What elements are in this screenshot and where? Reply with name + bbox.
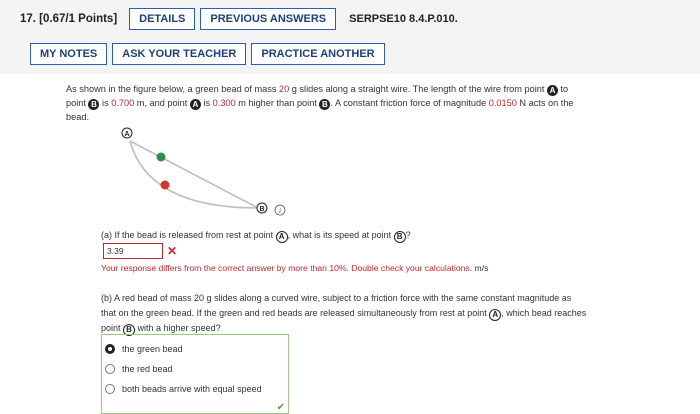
point-b-icon: B (393, 231, 406, 243)
text: g slides along a straight wire. The leng… (289, 84, 547, 94)
point-a-icon: A (489, 309, 502, 321)
text: , what is its speed at point (287, 230, 394, 240)
text: is (200, 98, 213, 108)
text: (b) A red bead of mass 20 g slides along… (101, 293, 572, 303)
point-a-icon: A (275, 231, 288, 243)
length-value: 0.700 (111, 98, 135, 108)
point-b-label: B (259, 206, 264, 213)
text: . A constant friction force of magnitude (330, 98, 489, 108)
green-bead (156, 152, 166, 162)
info-icon[interactable]: i (274, 204, 286, 216)
text: , which bead reaches (501, 308, 587, 318)
text: bead. (66, 112, 89, 122)
text: ? (405, 230, 411, 240)
previous-answers-button[interactable]: PREVIOUS ANSWERS (200, 8, 337, 30)
part-b-options: the green bead the red bead both beads a… (101, 334, 289, 414)
radio-unselected[interactable] (105, 364, 115, 374)
part-a-question: (a) If the bead is released from rest at… (101, 230, 411, 243)
feedback-message: Your response differs from the correct a… (101, 263, 488, 273)
red-bead (160, 180, 170, 190)
height-value: 0.300 (212, 98, 236, 108)
text: point (101, 323, 124, 333)
info-label: i (279, 207, 281, 215)
text: As shown in the figure below, a green be… (66, 84, 279, 94)
point-a-icon: A (189, 99, 201, 110)
point-a-icon: A (546, 85, 558, 96)
my-notes-button[interactable]: MY NOTES (30, 43, 108, 65)
point-b-marker: B (256, 202, 268, 214)
point-b-icon: B (88, 99, 100, 110)
radio-unselected[interactable] (105, 384, 115, 394)
part-a-answer-input[interactable]: 3.39 (103, 243, 163, 259)
option-label: the green bead (122, 344, 183, 354)
incorrect-x-icon: ✕ (167, 244, 178, 258)
text: to (557, 84, 569, 94)
question-header: 17. [0.67/1 Points] DETAILS PREVIOUS ANS… (0, 0, 700, 74)
text: point (66, 98, 89, 108)
option-label: the red bead (122, 364, 173, 374)
option-label: both beads arrive with equal speed (122, 384, 262, 394)
option-equal-speed[interactable]: both beads arrive with equal speed (102, 379, 288, 399)
text: with a higher speed? (135, 323, 221, 333)
practice-another-button[interactable]: PRACTICE ANOTHER (251, 43, 385, 65)
option-red-bead[interactable]: the red bead (102, 359, 288, 379)
problem-id: SERPSE10 8.4.P.010. (349, 13, 458, 25)
mass-value: 20 (278, 84, 290, 94)
feedback-text: Your response differs from the correct a… (101, 263, 473, 273)
friction-value: 0.0150 (488, 98, 517, 108)
text: m, and point (134, 98, 190, 108)
text: that on the green bead. If the green and… (101, 308, 490, 318)
point-a-label: A (124, 131, 129, 138)
option-green-bead[interactable]: the green bead (102, 339, 288, 359)
point-a-marker: A (121, 127, 133, 139)
text: N acts on the (516, 98, 574, 108)
text: m higher than point (235, 98, 320, 108)
part-b-question: (b) A red bead of mass 20 g slides along… (101, 291, 681, 336)
text: (a) If the bead is released from rest at… (101, 230, 276, 240)
ask-teacher-button[interactable]: ASK YOUR TEACHER (112, 43, 247, 65)
bead-wire-figure: A B i (121, 127, 286, 216)
problem-statement: As shown in the figure below, a green be… (66, 82, 672, 124)
radio-selected[interactable] (105, 344, 115, 354)
text: is (99, 98, 112, 108)
question-number: 17. [0.67/1 Points] (20, 13, 118, 25)
point-b-icon: B (319, 99, 331, 110)
unit-label: m/s (472, 263, 489, 273)
details-button[interactable]: DETAILS (129, 8, 196, 30)
